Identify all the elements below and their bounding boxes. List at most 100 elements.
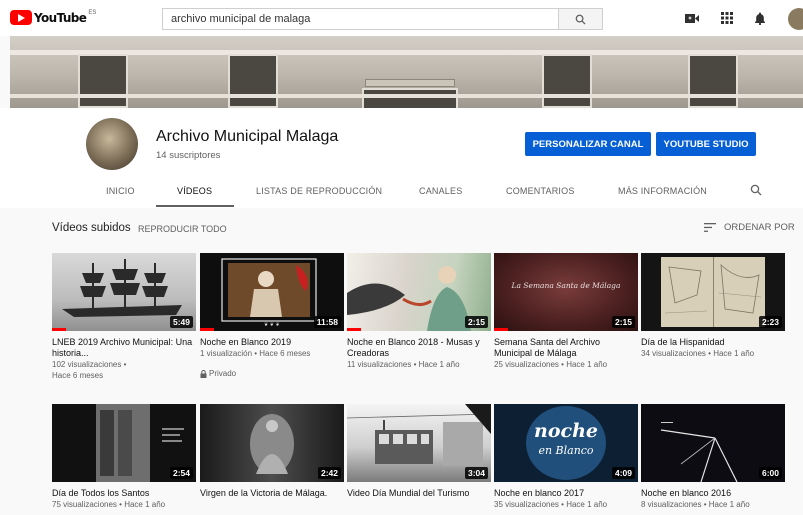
account-avatar[interactable] xyxy=(788,8,803,30)
tab-about[interactable]: MÁS INFORMACIÓN xyxy=(618,186,707,196)
thumbnail-caption: en Blanco xyxy=(538,444,594,457)
svg-text:❦ ❦ ❦: ❦ ❦ ❦ xyxy=(264,322,280,328)
upload-age: Hace 6 meses xyxy=(259,349,311,358)
view-count: 8 visualizaciones xyxy=(641,500,702,509)
video-thumbnail[interactable]: 5:49 xyxy=(52,253,196,331)
view-count: 35 visualizaciones xyxy=(494,500,559,509)
video-thumbnail[interactable]: La Semana Santa de Málaga 2:15 xyxy=(494,253,638,331)
video-thumbnail[interactable]: 2:23 xyxy=(641,253,785,331)
video-title[interactable]: Video Día Mundial del Turismo xyxy=(347,488,489,499)
video-duration: 2:23 xyxy=(758,316,782,328)
video-title[interactable]: Día de Todos los Santos xyxy=(52,488,194,499)
youtube-play-icon xyxy=(10,10,32,25)
tab-videos[interactable]: VÍDEOS xyxy=(177,186,212,196)
video-meta: 35 visualizaciones • Hace 1 año xyxy=(494,500,608,509)
video-duration: 5:49 xyxy=(169,316,193,328)
video-title[interactable]: Día de la Hispanidad xyxy=(641,337,783,348)
tab-comments[interactable]: COMENTARIOS xyxy=(506,186,575,196)
video-duration: 2:42 xyxy=(317,467,341,479)
thumbnail-caption: noche xyxy=(534,420,598,442)
watch-progress xyxy=(52,328,66,331)
view-count: 102 visualizaciones • xyxy=(52,360,127,369)
watch-progress xyxy=(347,328,361,331)
youtube-studio-button[interactable]: YOUTUBE STUDIO xyxy=(656,132,756,156)
channel-name: Archivo Municipal Malaga xyxy=(156,128,339,145)
video-thumbnail[interactable]: 6:00 xyxy=(641,404,785,482)
section-title: Vídeos subidos xyxy=(52,222,131,234)
view-count: 1 visualización xyxy=(200,349,253,358)
logo-text: YouTube xyxy=(34,10,87,25)
watch-progress xyxy=(494,328,508,331)
apps-grid-icon[interactable] xyxy=(719,11,735,25)
video-title[interactable]: Virgen de la Victoria de Málaga. xyxy=(200,488,342,499)
video-meta: 34 visualizaciones • Hace 1 año xyxy=(641,349,755,358)
tab-inicio[interactable]: INICIO xyxy=(106,186,135,196)
sort-button[interactable]: ORDENAR POR xyxy=(704,222,795,233)
channel-tabs: INICIO VÍDEOS LISTAS DE REPRODUCCIÓN CAN… xyxy=(0,180,803,208)
video-meta: 1 visualización • Hace 6 meses xyxy=(200,349,311,358)
channel-search-icon[interactable] xyxy=(750,183,762,201)
video-thumbnail[interactable]: 2:15 xyxy=(347,253,491,331)
youtube-logo[interactable]: YouTube ES xyxy=(10,10,96,25)
channel-avatar[interactable] xyxy=(86,118,138,170)
video-title[interactable]: Semana Santa del Archivo Municipal de Má… xyxy=(494,337,636,359)
video-camera-icon[interactable] xyxy=(684,11,700,25)
video-duration: 3:04 xyxy=(464,467,488,479)
video-meta: 75 visualizaciones • Hace 1 año xyxy=(52,500,166,509)
video-meta: 8 visualizaciones • Hace 1 año xyxy=(641,500,750,509)
upload-age: Hace 6 meses xyxy=(52,371,104,380)
sort-icon xyxy=(704,223,716,232)
video-title[interactable]: Noche en Blanco 2019 xyxy=(200,337,342,348)
privacy-badge: Privado xyxy=(200,369,236,378)
upload-age: Hace 1 año xyxy=(124,500,166,509)
video-title[interactable]: Noche en blanco 2016 xyxy=(641,488,783,499)
search-icon xyxy=(575,14,586,25)
video-thumbnail[interactable]: 2:54 xyxy=(52,404,196,482)
upload-age: Hace 1 año xyxy=(708,500,750,509)
search-button[interactable] xyxy=(558,8,603,30)
thumbnail-caption: La Semana Santa de Málaga xyxy=(511,281,621,290)
video-title[interactable]: LNEB 2019 Archivo Municipal: Una histori… xyxy=(52,337,194,359)
upload-age: Hace 1 año xyxy=(713,349,755,358)
video-duration: 4:09 xyxy=(611,467,635,479)
view-count: 75 visualizaciones xyxy=(52,500,117,509)
video-thumbnail[interactable]: 2:42 xyxy=(200,404,344,482)
video-thumbnail[interactable]: ❦ ❦ ❦ 11:58 xyxy=(200,253,344,331)
upload-age: Hace 1 año xyxy=(566,500,608,509)
customize-channel-button[interactable]: PERSONALIZAR CANAL xyxy=(525,132,651,156)
subscriber-count: 14 suscriptores xyxy=(156,150,221,161)
country-code: ES xyxy=(88,9,97,16)
video-duration: 2:15 xyxy=(611,316,635,328)
privacy-label: Privado xyxy=(209,369,237,378)
tab-channels[interactable]: CANALES xyxy=(419,186,462,196)
video-meta: 11 visualizaciones • Hace 1 año xyxy=(347,360,460,369)
video-meta: 102 visualizaciones • Hace 6 meses xyxy=(52,359,194,381)
video-duration: 2:54 xyxy=(169,467,193,479)
active-tab-indicator xyxy=(156,205,234,207)
tab-playlists[interactable]: LISTAS DE REPRODUCCIÓN xyxy=(256,186,382,196)
top-bar: YouTube ES archivo municipal de malaga xyxy=(0,0,803,36)
video-meta: 25 visualizaciones • Hace 1 año xyxy=(494,360,608,369)
video-duration: 2:15 xyxy=(464,316,488,328)
video-duration: 11:58 xyxy=(313,316,341,328)
view-count: 34 visualizaciones xyxy=(641,349,706,358)
video-duration: 6:00 xyxy=(758,467,782,479)
play-all-button[interactable]: REPRODUCIR TODO xyxy=(138,224,227,234)
video-thumbnail[interactable]: noche en Blanco 4:09 xyxy=(494,404,638,482)
view-count: 11 visualizaciones xyxy=(347,360,412,369)
sort-label: ORDENAR POR xyxy=(724,222,795,233)
channel-banner xyxy=(10,36,803,108)
video-title[interactable]: Noche en Blanco 2018 - Musas y Creadoras xyxy=(347,337,489,359)
upload-age: Hace 1 año xyxy=(566,360,608,369)
watch-progress xyxy=(200,328,214,331)
channel-header: Archivo Municipal Malaga 14 suscriptores… xyxy=(0,108,803,208)
search-input[interactable]: archivo municipal de malaga xyxy=(162,8,558,30)
building-sign xyxy=(365,79,455,87)
bell-icon[interactable] xyxy=(752,11,768,25)
noche-logo-circle xyxy=(526,406,606,480)
lock-icon xyxy=(200,369,207,378)
video-title[interactable]: Noche en blanco 2017 xyxy=(494,488,636,499)
upload-age: Hace 1 año xyxy=(418,360,460,369)
video-thumbnail[interactable]: 3:04 xyxy=(347,404,491,482)
view-count: 25 visualizaciones xyxy=(494,360,559,369)
